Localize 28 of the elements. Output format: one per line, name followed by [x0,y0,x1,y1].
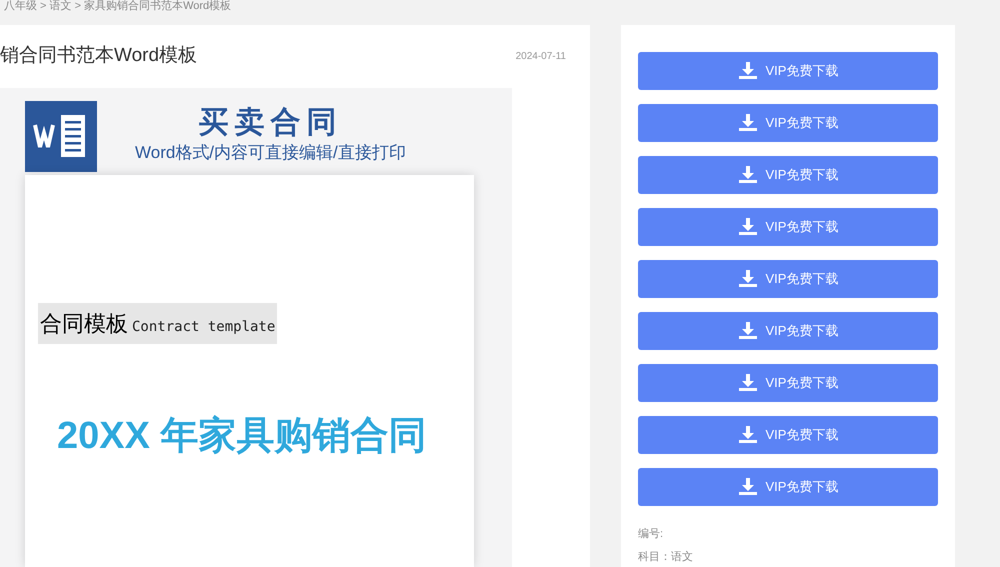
article-title: 销合同书范本Word模板 [0,44,198,68]
download-icon [738,373,758,393]
download-icon [738,113,758,133]
download-icon [738,321,758,341]
preview-subheading: Word格式/内容可直接编辑/直接打印 [135,142,406,164]
info-text: 科目：语文 [638,550,694,564]
download-icon [738,269,758,289]
download-button[interactable]: VIP免费下载 [638,208,938,246]
download-button[interactable]: VIP免费下载 [638,52,938,90]
download-button[interactable]: VIP免费下载 [638,104,938,142]
download-button[interactable]: VIP免费下载 [638,312,938,350]
word-logo-icon [25,100,97,172]
download-icon [738,425,758,445]
article-date: 2024-07-11 [516,50,566,64]
download-button[interactable]: VIP免费下载 [638,156,938,194]
document-title: 20XX 年家具购销合同 [57,414,428,459]
download-button[interactable]: VIP免费下载 [638,468,938,506]
download-button[interactable]: VIP免费下载 [638,260,938,298]
download-button[interactable]: VIP免费下载 [638,416,938,454]
breadcrumb[interactable]: 八年级 > 语文 > 家具购销合同书范本Word模板 [0,0,232,12]
download-icon [738,165,758,185]
download-icon [738,61,758,81]
download-button[interactable]: VIP免费下载 [638,364,938,402]
download-icon [738,477,758,497]
info-text: 编号: [638,527,664,542]
preview-heading: 买卖合同 [198,106,342,140]
template-label: 合同模板 Contract template [38,303,278,344]
download-icon [738,217,758,237]
